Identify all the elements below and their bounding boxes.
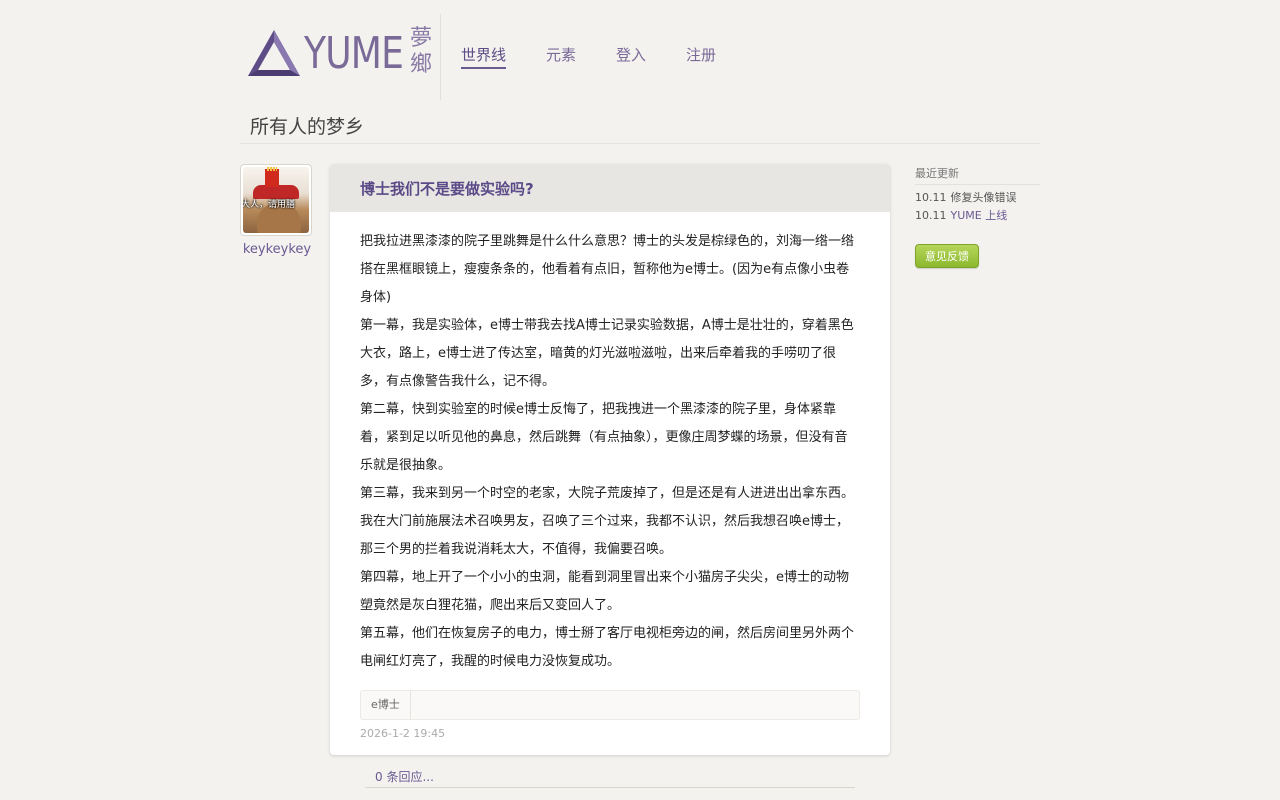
logo-cn-bottom: 鄉: [410, 52, 433, 77]
avatar-caption: 大人，请用膳: [243, 200, 296, 210]
update-date: 10.11: [915, 191, 947, 204]
post-paragraph: 第四幕，地上开了一个小小的虫洞，能看到洞里冒出来个小猫房子尖尖，e博士的动物塑竟…: [360, 570, 849, 613]
avatar-image: 大人，请用膳: [243, 167, 309, 233]
replies-section: 0 条回应...: [365, 768, 855, 788]
recent-updates-title: 最近更新: [915, 165, 1040, 185]
post-card: 博士我们不是要做实验吗? 把我拉进黑漆漆的院子里跳舞是什么什么意思？博士的头发是…: [330, 164, 890, 755]
post-paragraph: 把我拉进黑漆漆的院子里跳舞是什么什么意思？博士的头发是棕绿色的，刘海一绺一绺搭在…: [360, 234, 855, 305]
header-divider: [440, 14, 441, 100]
post-paragraph: 第二幕，快到实验室的时候e博士反悔了，把我拽进一个黑漆漆的院子里，身体紧靠着，紧…: [360, 402, 848, 473]
post-paragraph: 第一幕，我是实验体，e博士带我去找A博士记录实验数据，A博士是壮壮的，穿着黑色大…: [360, 318, 854, 389]
feedback-button[interactable]: 意见反馈: [915, 244, 979, 268]
author-name[interactable]: keykeykey: [240, 242, 314, 257]
post-tags: e博士: [360, 690, 860, 720]
update-text: YUME 上线: [950, 209, 1008, 222]
post-date: 2026-1-2 19:45: [360, 727, 446, 740]
author-avatar[interactable]: 大人，请用膳: [240, 164, 312, 236]
site-header: YUME 夢 鄉 世界线 元素 登入 注册: [240, 14, 1040, 102]
recent-updates-list: 10.11 修复头像错误 10.11 YUME 上线: [915, 189, 1017, 225]
page-title: 所有人的梦乡: [250, 116, 365, 138]
logo-wordmark: YUME: [304, 28, 404, 79]
update-text: 修复头像错误: [950, 191, 1017, 204]
avatar-fries: [265, 167, 279, 187]
update-item: 10.11 YUME 上线: [915, 207, 1017, 225]
post-paragraph: 第五幕，他们在恢复房子的电力，博士掰了客厅电视柜旁边的闸，然后房间里另外两个电闸…: [360, 626, 855, 669]
logo-cn: 夢 鄉: [410, 26, 434, 78]
triangle-logo-icon: [248, 30, 300, 76]
post-title: 博士我们不是要做实验吗?: [360, 179, 534, 198]
nav-login[interactable]: 登入: [616, 44, 646, 65]
post-header: 博士我们不是要做实验吗?: [330, 164, 890, 212]
update-date: 10.11: [915, 209, 947, 222]
replies-link[interactable]: 0 条回应...: [375, 768, 434, 785]
update-item: 10.11 修复头像错误: [915, 189, 1017, 207]
post-paragraph: 第三幕，我来到另一个时空的老家，大院子荒废掉了，但是还是有人进进出出拿东西。我在…: [360, 486, 855, 557]
nav-register[interactable]: 注册: [686, 44, 716, 65]
title-divider: [240, 143, 1040, 144]
nav-worldline[interactable]: 世界线: [461, 44, 507, 69]
logo-cn-top: 夢: [410, 26, 433, 51]
post-body: 把我拉进黑漆漆的院子里跳舞是什么什么意思？博士的头发是棕绿色的，刘海一绺一绺搭在…: [330, 212, 890, 676]
site-logo[interactable]: YUME 夢 鄉: [246, 24, 436, 84]
nav-elements[interactable]: 元素: [546, 44, 576, 65]
tag-e-doctor[interactable]: e博士: [361, 691, 411, 719]
